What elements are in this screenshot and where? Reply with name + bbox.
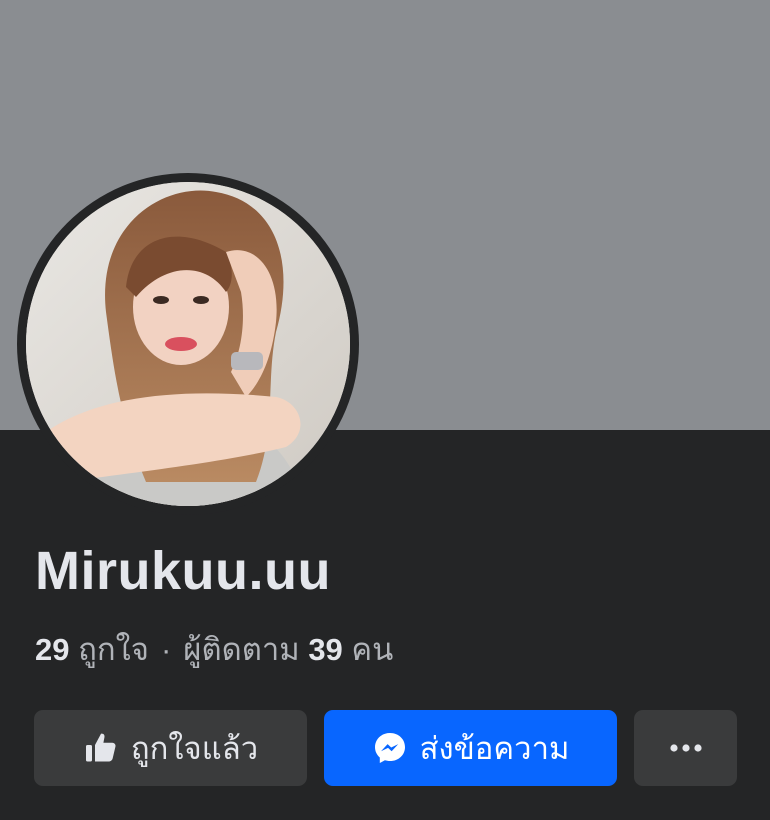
profile-photo-illustration — [26, 182, 350, 506]
stats-separator: · — [160, 632, 172, 667]
thumbs-up-icon — [83, 730, 119, 766]
followers-suffix: คน — [351, 632, 394, 667]
messenger-icon — [372, 730, 408, 766]
profile-stats: 29 ถูกใจ · ผู้ติดตาม 39 คน — [35, 624, 393, 674]
liked-button-label: ถูกใจแล้ว — [130, 731, 259, 766]
profile-page: Mirukuu.uu 29 ถูกใจ · ผู้ติดตาม 39 คน ถูกใ… — [0, 0, 770, 820]
profile-name: Mirukuu.uu — [35, 541, 331, 601]
send-message-label: ส่งข้อความ — [419, 731, 570, 766]
send-message-button[interactable]: ส่งข้อความ — [324, 710, 617, 786]
more-dots-icon — [669, 743, 703, 753]
profile-picture-frame[interactable] — [17, 173, 359, 515]
profile-picture[interactable] — [26, 182, 350, 506]
followers-count: 39 — [308, 632, 343, 667]
followers-label[interactable]: ผู้ติดตาม — [183, 632, 299, 667]
likes-count: 29 — [35, 632, 70, 667]
more-options-button[interactable] — [634, 710, 737, 786]
liked-button[interactable]: ถูกใจแล้ว — [34, 710, 307, 786]
likes-label[interactable]: ถูกใจ — [78, 632, 149, 667]
